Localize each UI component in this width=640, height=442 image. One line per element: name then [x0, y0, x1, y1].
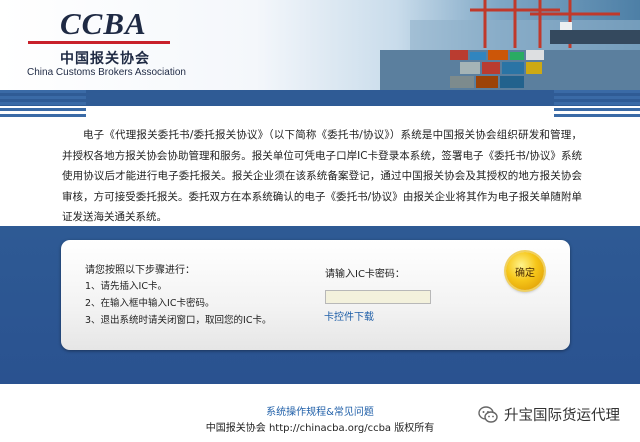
wechat-icon	[478, 405, 498, 423]
login-card: 请您按照以下步骤进行： 1、请先插入IC卡。 2、在输入框中输入IC卡密码。 3…	[61, 240, 570, 350]
step-item: 1、请先插入IC卡。	[85, 281, 167, 292]
confirm-button[interactable]: 确定	[506, 252, 544, 290]
ic-password-input[interactable]	[325, 290, 431, 304]
nav-band	[0, 90, 640, 106]
port-banner-image	[380, 0, 640, 90]
site-footer: 系统操作规程&常见问题 中国报关协会 http://chinacba.org/c…	[0, 384, 640, 442]
decor-stripes-left	[0, 90, 86, 124]
ic-control-download-link[interactable]: 卡控件下载	[324, 308, 374, 323]
logo-underline	[28, 41, 170, 44]
decor-stripes-right	[554, 90, 640, 124]
password-label: 请输入IC卡密码：	[325, 269, 405, 280]
system-intro-text: 电子《代理报关委托书/委托报关协议》（以下简称《委托书/协议》）系统是中国报关协…	[62, 129, 582, 223]
logo-english-name: China Customs Brokers Association	[27, 67, 186, 78]
steps-title: 请您按照以下步骤进行：	[85, 265, 195, 276]
watermark-text: 升宝国际货运代理	[504, 408, 620, 424]
logo-chinese-name: 中国报关协会	[60, 51, 150, 67]
step-item: 2、在输入框中输入IC卡密码。	[85, 298, 215, 309]
watermark: 升宝国际货运代理	[478, 404, 620, 425]
site-header: CCBA 中国报关协会 China Customs Brokers Associ…	[0, 0, 640, 90]
logo-brand: CCBA	[60, 6, 147, 41]
step-item: 3、退出系统时请关闭窗口，取回您的IC卡。	[85, 315, 272, 326]
